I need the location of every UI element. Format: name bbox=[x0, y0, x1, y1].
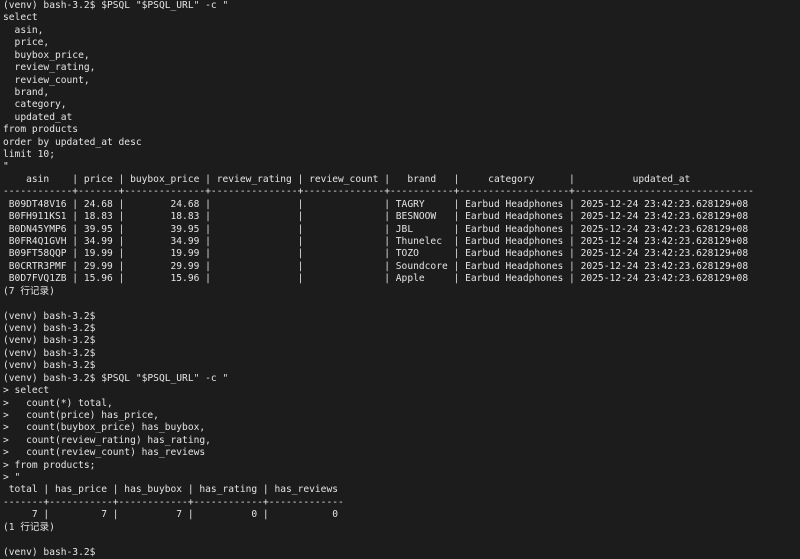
terminal-line: from products bbox=[3, 124, 79, 136]
terminal-line: ------------+-------+--------------+----… bbox=[3, 186, 754, 198]
terminal-line: > count(review_rating) has_rating, bbox=[3, 434, 211, 446]
terminal-line: order by updated_at desc bbox=[3, 136, 142, 148]
terminal-line: (1 行记录) bbox=[3, 521, 55, 533]
terminal-line: B0FR4Q1GVH | 34.99 | 34.99 | | | Thunele… bbox=[3, 236, 749, 248]
terminal-line: (7 行记录) bbox=[3, 285, 55, 297]
terminal-line: B09DT48V16 | 24.68 | 24.68 | | | TAGRY |… bbox=[3, 198, 749, 210]
terminal-line: > " bbox=[3, 472, 21, 484]
terminal-line: (venv) bash-3.2$ bbox=[3, 310, 96, 322]
terminal-window[interactable]: (venv) bash-3.2$ $PSQL "$PSQL_URL" -c " s… bbox=[0, 0, 800, 558]
terminal-line: (venv) bash-3.2$ bbox=[3, 322, 96, 334]
terminal-line: asin | price | buybox_price | review_rat… bbox=[3, 173, 691, 185]
terminal-line: B0CRTR3PMF | 29.99 | 29.99 | | | Soundco… bbox=[3, 260, 749, 272]
terminal-line: total | has_price | has_buybox | has_rat… bbox=[3, 484, 339, 496]
terminal-line: 7 | 7 | 7 | 0 | 0 bbox=[3, 509, 339, 521]
terminal-line: " bbox=[3, 161, 9, 173]
terminal-line: buybox_price, bbox=[3, 49, 90, 61]
terminal-line: brand, bbox=[3, 86, 50, 98]
terminal-line: > count(buybox_price) has_buybox, bbox=[3, 422, 206, 434]
terminal-line: (venv) bash-3.2$ $PSQL "$PSQL_URL" -c " bbox=[3, 372, 229, 384]
terminal-line: (venv) bash-3.2$ bbox=[3, 546, 102, 558]
terminal-line: > count(*) total, bbox=[3, 397, 113, 409]
terminal-line: B0DN45YMP6 | 39.95 | 39.95 | | | JBL | E… bbox=[3, 223, 749, 235]
terminal-line: (venv) bash-3.2$ bbox=[3, 335, 96, 347]
terminal-line: > select bbox=[3, 385, 50, 397]
terminal-line: (venv) bash-3.2$ $PSQL "$PSQL_URL" -c " bbox=[3, 0, 229, 11]
terminal-line: > count(price) has_price, bbox=[3, 409, 159, 421]
terminal-line: review_count, bbox=[3, 74, 90, 86]
terminal-line: -------+-----------+------------+-------… bbox=[3, 496, 344, 508]
terminal-line: B09FT58QQP | 19.99 | 19.99 | | | TOZO | … bbox=[3, 248, 749, 260]
terminal-line: updated_at bbox=[3, 111, 73, 123]
terminal-line: price, bbox=[3, 37, 50, 49]
terminal-line: (venv) bash-3.2$ bbox=[3, 347, 96, 359]
terminal-line: B0FH911KS1 | 18.83 | 18.83 | | | BESNOOW… bbox=[3, 211, 749, 223]
terminal-line: > count(review_count) has_reviews bbox=[3, 447, 206, 459]
terminal-line: review_rating, bbox=[3, 62, 96, 74]
terminal-line: (venv) bash-3.2$ bbox=[3, 360, 96, 372]
terminal-line: category, bbox=[3, 99, 67, 111]
terminal-line: asin, bbox=[3, 24, 44, 36]
terminal-line: select bbox=[3, 12, 38, 24]
terminal-line: B0D7FVQ1ZB | 15.96 | 15.96 | | | Apple |… bbox=[3, 273, 749, 285]
terminal-line: limit 10; bbox=[3, 149, 55, 161]
terminal-line: > from products; bbox=[3, 459, 96, 471]
